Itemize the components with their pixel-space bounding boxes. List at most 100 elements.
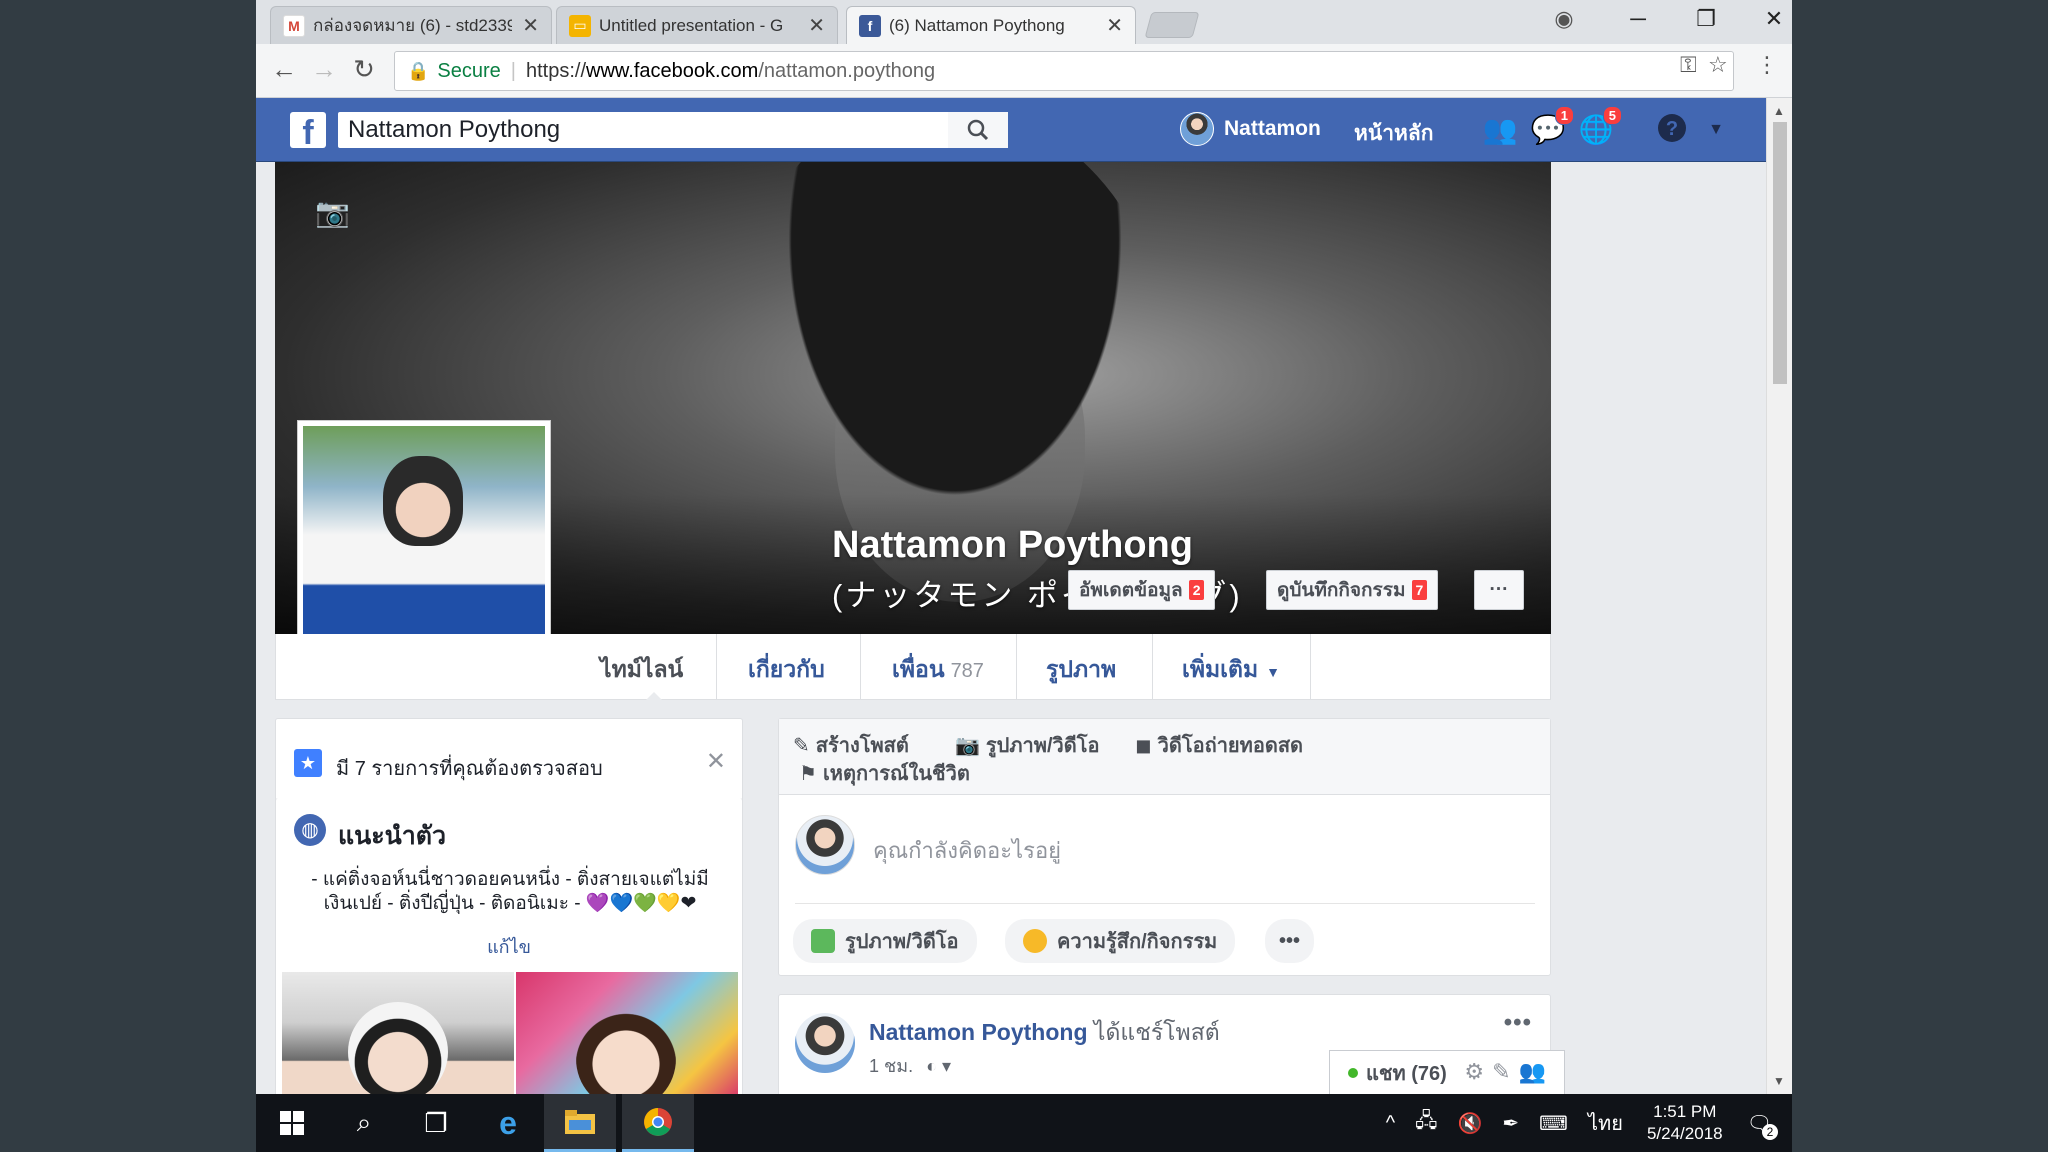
bookmark-star-icon[interactable]: ☆ (1708, 52, 1728, 78)
action-center-icon[interactable]: 🗨 2 (1747, 1111, 1778, 1140)
task-view-icon[interactable]: ❐ (400, 1094, 472, 1152)
tab-title: (6) Nattamon Poythong (889, 15, 1065, 35)
profile-picture-head (383, 456, 463, 546)
profile-name[interactable]: Nattamon Poythong (832, 524, 1193, 567)
show-hidden-icons-icon[interactable]: ^ (1386, 1112, 1395, 1135)
network-icon[interactable]: 🖧 (1415, 1106, 1437, 1140)
clock[interactable]: 1:51 PM 5/24/2018 (1647, 1101, 1723, 1145)
profile-nav: ไทม์ไลน์ เกี่ยวกับ เพื่อน 787 รูปภาพ เพิ่… (275, 634, 1551, 701)
language-indicator[interactable]: ไทย (1588, 1107, 1623, 1139)
search-button[interactable] (948, 112, 1008, 148)
chat-options: ⚙✎👥 (1464, 1059, 1554, 1085)
composer-tab-life-event[interactable]: ⚑ เหตุการณ์ในชีวิต (799, 757, 970, 789)
featured-photo[interactable] (282, 972, 514, 1098)
composer-tab-label: รูปภาพ/วิดีโอ (985, 735, 1100, 757)
minimize-button[interactable]: ─ (1618, 6, 1658, 32)
tab-more-label: เพิ่มเติม (1182, 656, 1259, 682)
tab-facebook[interactable]: f (6) Nattamon Poythong ✕ (846, 6, 1136, 44)
divider: | (510, 59, 516, 82)
forward-button[interactable]: → (306, 54, 342, 85)
review-items-text[interactable]: มี 7 รายการที่คุณต้องตรวจสอบ (336, 752, 603, 784)
edit-bio-link[interactable]: แก้ไข (276, 932, 742, 961)
composer-tab-live[interactable]: ◼ วิดีโอถ่ายทอดสด (1135, 729, 1303, 761)
page-scrollbar[interactable]: ▲ ▼ (1766, 98, 1792, 1094)
chrome-menu-icon[interactable]: ⋮ (1756, 52, 1778, 78)
internet-explorer-icon[interactable]: e (472, 1094, 544, 1152)
feeling-activity-button[interactable]: ความรู้สึก/กิจกรรม (1005, 919, 1236, 963)
post-time[interactable]: 1 ชม. (869, 1056, 913, 1076)
post-composer: ✎ สร้างโพสต์ 📷 รูปภาพ/วิดีโอ ◼ วิดีโอถ่ายทอ… (778, 718, 1551, 976)
video-camera-icon: ◼ (1135, 735, 1152, 757)
tab-timeline[interactable]: ไทม์ไลน์ (600, 652, 683, 700)
close-tab-icon[interactable]: ✕ (808, 13, 825, 38)
more-actions-button[interactable]: ••• (1265, 919, 1315, 963)
tab-photos[interactable]: รูปภาพ (1046, 652, 1116, 700)
file-explorer-icon[interactable] (544, 1094, 616, 1152)
status-input[interactable]: คุณกำลังคิดอะไรอยู่ (873, 833, 1061, 868)
tab-gmail[interactable]: M กล่องจดหมาย (6) - std2339 ✕ (270, 6, 552, 44)
facebook-logo-icon[interactable]: f (290, 112, 326, 148)
account-menu-icon[interactable]: ▼ (1698, 112, 1734, 148)
new-tab-button[interactable] (1144, 12, 1200, 38)
tab-about[interactable]: เกี่ยวกับ (748, 652, 825, 700)
more-options-button[interactable]: ··· (1474, 570, 1524, 610)
post-author-link[interactable]: Nattamon Poythong (869, 1019, 1088, 1045)
group-icon[interactable]: 👥 (1519, 1059, 1554, 1084)
secure-label: Secure (437, 59, 501, 82)
browser-toolbar: ← → ↻ 🔒 Secure | https://www.facebook.co… (256, 44, 1792, 98)
close-window-button[interactable]: ✕ (1754, 6, 1792, 32)
letterbox-left (0, 0, 256, 1152)
gear-icon[interactable]: ⚙ (1464, 1059, 1492, 1084)
scroll-up-icon[interactable]: ▲ (1773, 104, 1785, 118)
post-options-button[interactable]: ••• (1504, 1009, 1532, 1037)
online-status-dot (1348, 1067, 1358, 1078)
screen: M กล่องจดหมาย (6) - std2339 ✕ ▭ Untitled… (256, 0, 1792, 1152)
composer-tabs: ✎ สร้างโพสต์ 📷 รูปภาพ/วิดีโอ ◼ วิดีโอถ่ายทอ… (779, 719, 1550, 795)
profile-link[interactable]: Nattamon (1180, 112, 1321, 146)
camera-icon: 📷 (955, 735, 980, 757)
key-icon[interactable]: ⚿ (1680, 52, 1697, 78)
tab-friends[interactable]: เพื่อน 787 (892, 652, 984, 700)
audience-globe-icon[interactable]: ◐ ▾ (926, 1056, 951, 1076)
avatar[interactable] (795, 1013, 855, 1073)
keyboard-icon[interactable]: ⌨ (1539, 1111, 1568, 1136)
featured-photo-subject (348, 1002, 448, 1098)
globe-icon: ◍ (294, 814, 326, 846)
compose-icon[interactable]: ✎ (1492, 1059, 1518, 1084)
tab-slides[interactable]: ▭ Untitled presentation - G ✕ (556, 6, 838, 44)
close-icon[interactable]: ✕ (706, 747, 726, 776)
volume-muted-icon[interactable]: 🔇 (1457, 1111, 1482, 1136)
friend-requests-icon[interactable]: 👥 (1482, 112, 1518, 148)
gmail-icon: M (283, 14, 305, 37)
home-link[interactable]: หน้าหลัก (1354, 117, 1433, 150)
messenger-icon[interactable]: 💬 1 (1530, 106, 1574, 148)
help-icon[interactable]: ? (1654, 112, 1690, 148)
notifications-icon[interactable]: 🌐 5 (1578, 106, 1622, 148)
search-icon[interactable]: ⌕ (328, 1094, 400, 1152)
camera-icon[interactable]: 📷 (315, 196, 350, 229)
composer-tab-photo[interactable]: 📷 รูปภาพ/วิดีโอ (955, 729, 1099, 761)
facebook-search-input[interactable]: Nattamon Poythong (338, 112, 1008, 148)
divider (1310, 634, 1311, 700)
restore-button[interactable]: ❐ (1686, 6, 1726, 32)
reload-button[interactable]: ↻ (346, 54, 382, 85)
intro-bio: - แค่ติ่งจอห์นนี่ชาวดอยคนหนึ่ง - ติ่งสาย… (300, 868, 720, 916)
close-tab-icon[interactable]: ✕ (522, 13, 539, 38)
tab-more[interactable]: เพิ่มเติม ▼ (1182, 652, 1280, 700)
chrome-icon[interactable] (622, 1094, 694, 1152)
profile-icon[interactable]: ◉ (1544, 6, 1584, 32)
user-name: Nattamon (1224, 117, 1321, 140)
chat-bar[interactable]: แชท (76) ⚙✎👥 (1329, 1050, 1565, 1094)
windows-start-icon[interactable] (256, 1094, 328, 1152)
back-button[interactable]: ← (266, 54, 302, 85)
close-tab-icon[interactable]: ✕ (1106, 13, 1123, 38)
featured-photo[interactable] (516, 972, 738, 1098)
update-info-button[interactable]: อัพเดตข้อมูล 2 (1068, 570, 1216, 610)
photo-video-button[interactable]: รูปภาพ/วิดีโอ (793, 919, 977, 963)
scroll-down-icon[interactable]: ▼ (1773, 1074, 1785, 1088)
smiley-icon (1023, 929, 1047, 953)
activity-log-button[interactable]: ดูบันทึกกิจกรรม 7 (1266, 570, 1439, 610)
scroll-thumb[interactable] (1773, 122, 1787, 384)
pen-icon[interactable]: ✒ (1502, 1111, 1519, 1136)
address-bar[interactable]: 🔒 Secure | https://www.facebook.com/natt… (394, 51, 1734, 91)
